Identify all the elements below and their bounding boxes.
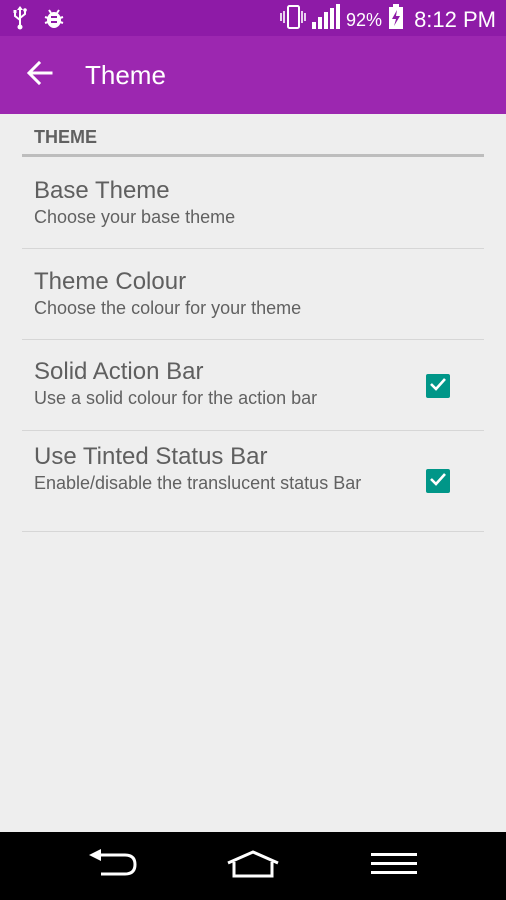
status-left-icons (12, 6, 66, 35)
signal-icon (312, 4, 341, 35)
check-icon (429, 470, 447, 493)
pref-solid-action-bar[interactable]: Solid Action Bar Use a solid colour for … (22, 340, 484, 431)
clock: 8:12 PM (414, 6, 496, 32)
status-right-icons: 92% 8:12 PM (280, 4, 496, 35)
navigation-bar (0, 832, 506, 900)
pref-theme-colour[interactable]: Theme Colour Choose the colour for your … (22, 249, 484, 340)
nav-home-button[interactable] (213, 841, 293, 891)
pref-summary: Enable/disable the translucent status Ba… (34, 473, 362, 493)
battery-percent: 92% (346, 9, 383, 30)
solid-action-bar-checkbox[interactable] (426, 374, 450, 398)
nav-menu-button[interactable] (354, 841, 434, 891)
back-nav-icon (85, 848, 139, 884)
check-icon (429, 375, 447, 398)
tinted-status-bar-checkbox[interactable] (426, 469, 450, 493)
nav-back-button[interactable] (72, 841, 152, 891)
back-button[interactable] (18, 53, 62, 97)
battery-charging-icon (388, 4, 404, 35)
usb-icon (12, 6, 28, 35)
pref-summary: Use a solid colour for the action bar (34, 388, 318, 408)
pref-title: Theme Colour (34, 268, 187, 295)
pref-tinted-status-bar[interactable]: Use Tinted Status Bar Enable/disable the… (22, 431, 484, 532)
menu-nav-icon (371, 851, 417, 882)
preferences-list: THEME Base Theme Choose your base theme … (0, 114, 506, 532)
pref-summary: Choose the colour for your theme (34, 298, 302, 318)
vibrate-icon (280, 4, 306, 35)
pref-base-theme[interactable]: Base Theme Choose your base theme (22, 157, 484, 249)
section-header: THEME (22, 114, 484, 157)
pref-title: Solid Action Bar (34, 358, 204, 385)
page-title: Theme (85, 60, 166, 90)
home-nav-icon (225, 849, 281, 884)
pref-summary: Choose your base theme (34, 207, 236, 227)
pref-title: Base Theme (34, 177, 170, 204)
debug-bug-icon (42, 6, 66, 35)
app-bar: Theme (0, 36, 506, 114)
arrow-back-icon (26, 60, 53, 91)
pref-title: Use Tinted Status Bar (34, 443, 268, 470)
status-bar: 92% 8:12 PM (0, 0, 506, 36)
